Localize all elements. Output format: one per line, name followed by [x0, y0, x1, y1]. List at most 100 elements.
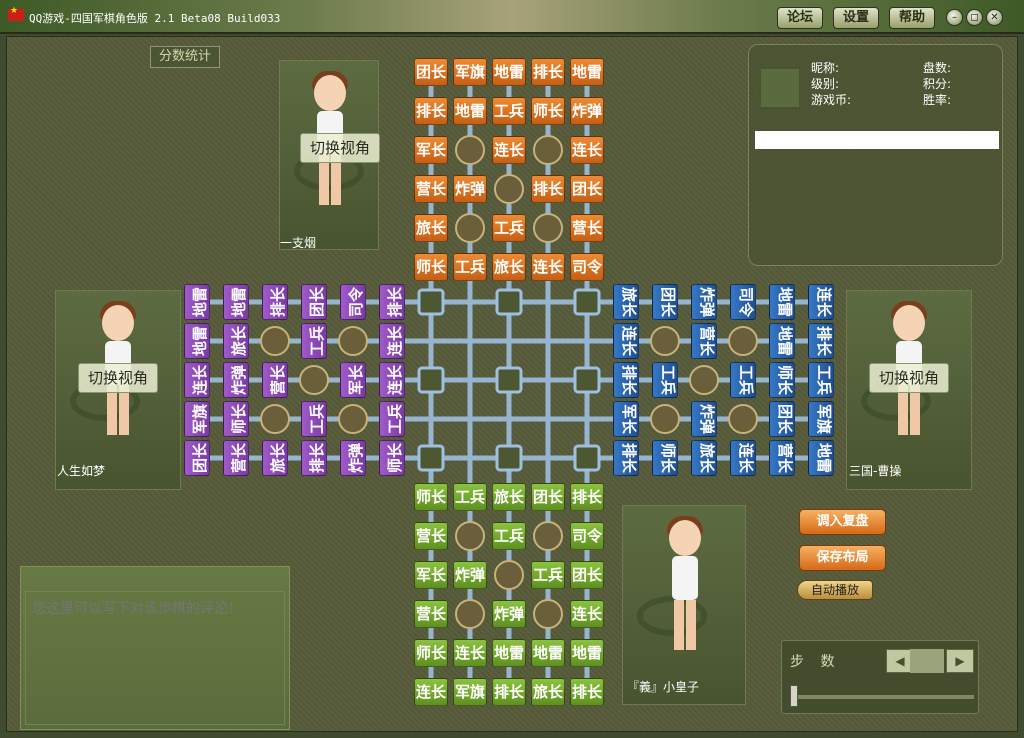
game-piece[interactable]: 连长	[570, 136, 604, 164]
game-piece[interactable]: 营长	[414, 600, 448, 628]
game-piece[interactable]: 团长	[184, 440, 210, 476]
game-piece[interactable]: 营长	[223, 440, 249, 476]
game-piece[interactable]: 师长	[379, 440, 405, 476]
game-piece[interactable]: 排长	[301, 440, 327, 476]
game-piece[interactable]: 师长	[414, 639, 448, 667]
auto-play-button[interactable]: 自动播放	[797, 580, 873, 600]
game-piece[interactable]: 工兵	[730, 362, 756, 398]
game-piece[interactable]: 排长	[379, 284, 405, 320]
game-piece[interactable]: 连长	[531, 253, 565, 281]
game-piece[interactable]: 工兵	[379, 401, 405, 437]
game-piece[interactable]: 地雷	[492, 58, 526, 86]
game-piece[interactable]: 司令	[730, 284, 756, 320]
settings-button[interactable]: 设置	[833, 7, 879, 29]
game-piece[interactable]: 连长	[730, 440, 756, 476]
game-piece[interactable]: 地雷	[492, 639, 526, 667]
save-layout-button[interactable]: 保存布局	[799, 545, 886, 571]
game-piece[interactable]: 排长	[808, 323, 834, 359]
switch-view-button[interactable]: 切换视角	[869, 363, 949, 393]
game-piece[interactable]: 团长	[570, 175, 604, 203]
load-replay-button[interactable]: 调入复盘	[799, 509, 886, 535]
game-piece[interactable]: 旅长	[262, 440, 288, 476]
game-piece[interactable]: 军旗	[184, 401, 210, 437]
switch-view-button[interactable]: 切换视角	[300, 133, 380, 163]
comment-input[interactable]	[25, 591, 285, 725]
game-piece[interactable]: 团长	[570, 561, 604, 589]
game-piece[interactable]: 旅长	[414, 214, 448, 242]
game-piece[interactable]: 连长	[379, 323, 405, 359]
game-piece[interactable]: 地雷	[570, 639, 604, 667]
game-piece[interactable]: 师长	[652, 440, 678, 476]
game-piece[interactable]: 司令	[340, 284, 366, 320]
game-piece[interactable]: 军旗	[808, 401, 834, 437]
game-piece[interactable]: 排长	[570, 678, 604, 706]
game-piece[interactable]: 炸弹	[570, 97, 604, 125]
game-piece[interactable]: 军旗	[453, 58, 487, 86]
game-piece[interactable]: 连长	[379, 362, 405, 398]
game-piece[interactable]: 工兵	[453, 253, 487, 281]
game-piece[interactable]: 地雷	[769, 323, 795, 359]
game-piece[interactable]: 旅长	[613, 284, 639, 320]
game-piece[interactable]: 炸弹	[453, 561, 487, 589]
game-piece[interactable]: 地雷	[184, 323, 210, 359]
game-piece[interactable]: 团长	[531, 483, 565, 511]
game-piece[interactable]: 连长	[184, 362, 210, 398]
game-piece[interactable]: 营长	[262, 362, 288, 398]
game-piece[interactable]: 排长	[262, 284, 288, 320]
game-piece[interactable]: 排长	[531, 175, 565, 203]
game-piece[interactable]: 旅长	[691, 440, 717, 476]
game-piece[interactable]: 地雷	[453, 97, 487, 125]
game-piece[interactable]: 连长	[570, 600, 604, 628]
switch-view-button[interactable]: 切换视角	[78, 363, 158, 393]
game-piece[interactable]: 师长	[414, 253, 448, 281]
game-piece[interactable]: 营长	[414, 175, 448, 203]
minimize-icon[interactable]: –	[946, 9, 963, 26]
game-piece[interactable]: 军长	[414, 136, 448, 164]
game-piece[interactable]: 团长	[652, 284, 678, 320]
game-piece[interactable]: 团长	[414, 58, 448, 86]
game-piece[interactable]: 师长	[769, 362, 795, 398]
game-piece[interactable]: 旅长	[223, 323, 249, 359]
game-piece[interactable]: 工兵	[492, 522, 526, 550]
game-piece[interactable]: 炸弹	[492, 600, 526, 628]
close-icon[interactable]: ✕	[986, 9, 1003, 26]
game-piece[interactable]: 炸弹	[453, 175, 487, 203]
forum-button[interactable]: 论坛	[777, 7, 823, 29]
game-piece[interactable]: 师长	[531, 97, 565, 125]
game-piece[interactable]: 旅长	[492, 253, 526, 281]
game-piece[interactable]: 师长	[223, 401, 249, 437]
game-piece[interactable]: 地雷	[808, 440, 834, 476]
game-piece[interactable]: 军长	[340, 362, 366, 398]
game-piece[interactable]: 地雷	[531, 639, 565, 667]
game-piece[interactable]: 排长	[570, 483, 604, 511]
game-piece[interactable]: 团长	[301, 284, 327, 320]
help-button[interactable]: 帮助	[889, 7, 935, 29]
game-piece[interactable]: 工兵	[492, 97, 526, 125]
game-piece[interactable]: 工兵	[652, 362, 678, 398]
game-piece[interactable]: 地雷	[184, 284, 210, 320]
game-piece[interactable]: 炸弹	[340, 440, 366, 476]
score-stats-button[interactable]: 分数统计	[150, 46, 220, 68]
game-piece[interactable]: 炸弹	[691, 401, 717, 437]
game-piece[interactable]: 工兵	[531, 561, 565, 589]
game-piece[interactable]: 团长	[769, 401, 795, 437]
game-piece[interactable]: 连长	[414, 678, 448, 706]
game-piece[interactable]: 司令	[570, 253, 604, 281]
game-piece[interactable]: 工兵	[301, 323, 327, 359]
game-piece[interactable]: 排长	[613, 362, 639, 398]
game-piece[interactable]: 军旗	[453, 678, 487, 706]
step-slider[interactable]	[790, 685, 798, 707]
game-piece[interactable]: 排长	[414, 97, 448, 125]
game-piece[interactable]: 地雷	[769, 284, 795, 320]
game-piece[interactable]: 排长	[492, 678, 526, 706]
game-piece[interactable]: 工兵	[453, 483, 487, 511]
next-step-icon[interactable]: ▶	[946, 649, 974, 673]
restore-icon[interactable]: ◻	[966, 9, 983, 26]
game-piece[interactable]: 地雷	[570, 58, 604, 86]
game-piece[interactable]: 炸弹	[223, 362, 249, 398]
game-piece[interactable]: 旅长	[492, 483, 526, 511]
game-piece[interactable]: 营长	[414, 522, 448, 550]
game-piece[interactable]: 连长	[453, 639, 487, 667]
game-piece[interactable]: 司令	[570, 522, 604, 550]
game-piece[interactable]: 连长	[492, 136, 526, 164]
